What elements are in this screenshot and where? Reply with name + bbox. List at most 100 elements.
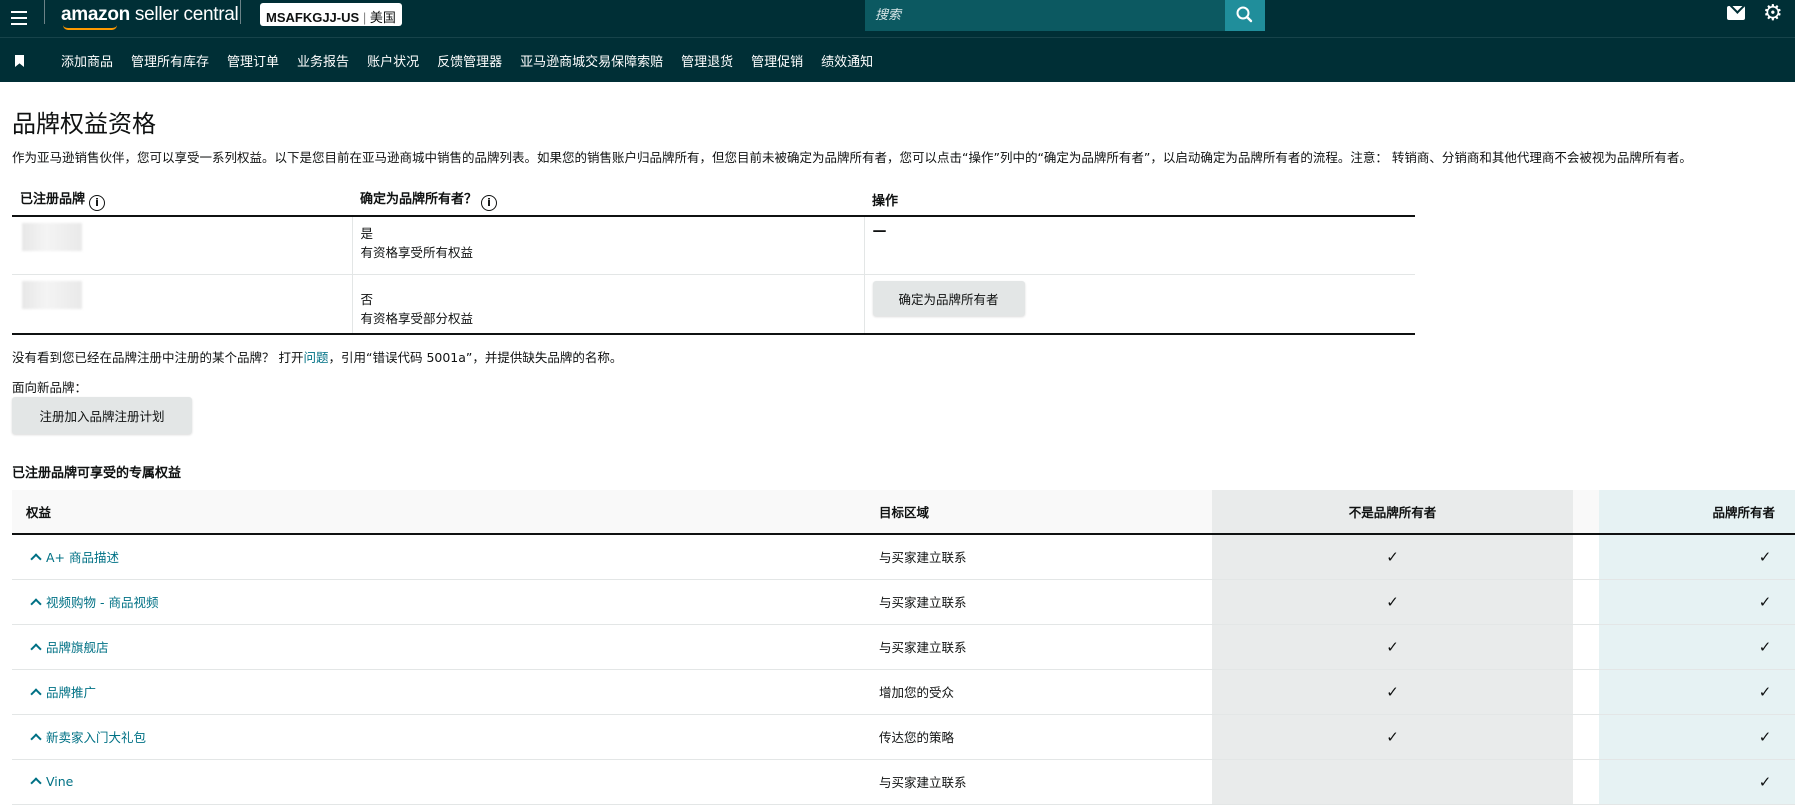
brand-name-cell: [12, 216, 352, 275]
target-area: 增加您的受众: [865, 669, 1212, 715]
benefit-name-cell[interactable]: 视频购物 - 商品视频: [12, 579, 865, 625]
benefit-name-cell[interactable]: Vine: [12, 759, 865, 805]
table-row[interactable]: 新卖家入门大礼包 传达您的策略 ✓ ✓: [12, 714, 1795, 760]
mail-icon[interactable]: [1727, 6, 1745, 20]
chevron-up-icon[interactable]: [30, 733, 42, 745]
intro-text: 作为亚马逊销售伙伴，您可以享受一系列权益。以下是您目前在亚马逊商城中销售的品牌列…: [12, 150, 1692, 165]
search-button[interactable]: [1225, 0, 1265, 31]
header-registered-brand: 已注册品牌 i: [12, 183, 352, 217]
header-owner: 品牌所有者: [1599, 490, 1795, 535]
owner-status-cell: 是 有资格享受所有权益: [351, 216, 864, 275]
non-owner-cell: ✓: [1212, 624, 1573, 670]
logo-smile: [63, 25, 117, 30]
nav-item-a-to-z-claims[interactable]: 亚马逊商城交易保障索赔: [520, 51, 663, 70]
owner-cell: ✓: [1599, 714, 1795, 760]
table-row[interactable]: 品牌推广 增加您的受众 ✓ ✓: [12, 669, 1795, 715]
target-area: 与买家建立联系: [865, 759, 1212, 805]
brand-table-header: 已注册品牌 i 确定为品牌所有者？ i 操作: [12, 183, 1415, 217]
check-icon: ✓: [1386, 592, 1399, 611]
top-bar: amazon seller central MSAFKGJJ-US | 美国 ⚙: [0, 0, 1795, 38]
table-row[interactable]: Vine 与买家建立联系 ✓: [12, 759, 1795, 805]
benefit-link[interactable]: 视频购物 - 商品视频: [46, 595, 158, 610]
account-switcher[interactable]: MSAFKGJJ-US | 美国: [260, 3, 402, 26]
non-owner-cell: ✓: [1212, 534, 1573, 580]
column-gap: [1573, 579, 1599, 625]
check-icon: ✓: [1386, 637, 1399, 656]
info-icon[interactable]: i: [89, 194, 106, 211]
check-icon: ✓: [1758, 772, 1772, 791]
nav-item-performance-notifications[interactable]: 绩效通知: [821, 51, 873, 70]
nav-item-account-health[interactable]: 账户状况: [367, 51, 419, 70]
brand-name-cell: [12, 274, 352, 335]
header-registered-brand-label: 已注册品牌: [20, 191, 86, 207]
action-cell: —: [863, 216, 1415, 275]
table-row[interactable]: 视频购物 - 商品视频 与买家建立联系 ✓ ✓: [12, 579, 1795, 625]
benefit-name-cell[interactable]: 新卖家入门大礼包: [12, 714, 865, 760]
benefit-name-cell[interactable]: 品牌旗舰店: [12, 624, 865, 670]
case-link[interactable]: 问题: [303, 350, 328, 365]
chevron-up-icon[interactable]: [30, 598, 42, 610]
column-gap: [1573, 759, 1599, 805]
chevron-up-icon[interactable]: [30, 643, 42, 655]
table-row[interactable]: 品牌旗舰店 与买家建立联系 ✓ ✓: [12, 624, 1795, 670]
header-benefit: 权益: [12, 490, 865, 535]
owner-cell: ✓: [1599, 669, 1795, 715]
chevron-up-icon[interactable]: [30, 553, 42, 565]
benefit-link[interactable]: Vine: [46, 774, 73, 789]
nav-item-business-reports[interactable]: 业务报告: [297, 51, 349, 70]
chevron-up-icon[interactable]: [30, 777, 42, 789]
benefit-link[interactable]: 新卖家入门大礼包: [46, 730, 146, 745]
column-gap: [1573, 669, 1599, 715]
nav-item-add-product[interactable]: 添加商品: [61, 51, 113, 70]
benefit-link[interactable]: 品牌推广: [46, 685, 96, 700]
column-gap: [1573, 714, 1599, 760]
benefit-name-cell[interactable]: A+ 商品描述: [12, 534, 865, 580]
target-area: 与买家建立联系: [865, 534, 1212, 580]
nav-bar: 添加商品 管理所有库存 管理订单 业务报告 账户状况 反馈管理器 亚马逊商城交易…: [0, 38, 1795, 82]
header-action: 操作: [864, 183, 1415, 217]
search-bar: [865, 0, 1265, 31]
benefit-link[interactable]: A+ 商品描述: [46, 550, 119, 565]
benefit-name-cell[interactable]: 品牌推广: [12, 669, 865, 715]
logo-text-light: seller central: [129, 4, 239, 25]
search-input[interactable]: [865, 0, 1225, 31]
header-is-owner: 确定为品牌所有者？ i: [352, 183, 864, 217]
nav-item-manage-inventory[interactable]: 管理所有库存: [131, 51, 209, 70]
benefits-title: 已注册品牌可享受的专属权益: [12, 466, 182, 481]
column-gap: [1573, 624, 1599, 670]
check-icon: ✓: [1758, 547, 1772, 566]
divider: [44, 0, 45, 24]
header-target-area: 目标区域: [865, 490, 1212, 535]
check-icon: ✓: [1386, 682, 1399, 701]
non-owner-cell: ✓: [1212, 669, 1573, 715]
nav-item-manage-returns[interactable]: 管理退货: [681, 51, 733, 70]
marketplace-label: 美国: [369, 10, 396, 25]
register-brand-button[interactable]: 注册加入品牌注册计划: [12, 397, 192, 434]
benefit-link[interactable]: 品牌旗舰店: [46, 640, 109, 655]
chevron-up-icon[interactable]: [30, 688, 42, 700]
owner-cell: ✓: [1599, 534, 1795, 580]
nav-item-manage-orders[interactable]: 管理订单: [227, 51, 279, 70]
brand-table: 已注册品牌 i 确定为品牌所有者？ i 操作 是 有资格享受所有权益 — 否 有资格…: [12, 183, 1415, 335]
non-owner-cell: [1212, 759, 1573, 805]
bookmark-icon[interactable]: [15, 55, 24, 67]
check-icon: ✓: [1386, 727, 1399, 746]
confirm-brand-owner-button[interactable]: 确定为品牌所有者: [872, 280, 1025, 316]
divider: [240, 0, 241, 24]
owner-status-cell: 否 有资格享受部分权益: [351, 274, 864, 335]
check-icon: ✓: [1758, 592, 1772, 611]
nav-item-feedback-manager[interactable]: 反馈管理器: [437, 51, 502, 70]
info-icon[interactable]: i: [481, 194, 498, 211]
header-non-owner: 不是品牌所有者: [1212, 490, 1573, 535]
action-cell: 确定为品牌所有者: [863, 274, 1415, 335]
table-row[interactable]: A+ 商品描述 与买家建立联系 ✓ ✓: [12, 534, 1795, 580]
target-area: 与买家建立联系: [865, 579, 1212, 625]
page-title: 品牌权益资格: [12, 110, 156, 138]
benefits-header: 权益 目标区域 不是品牌所有者 品牌所有者: [12, 490, 1795, 535]
non-owner-cell: ✓: [1212, 714, 1573, 760]
gear-icon[interactable]: ⚙: [1763, 1, 1783, 27]
seller-central-logo[interactable]: amazon seller central: [61, 4, 239, 30]
nav-item-manage-promotions[interactable]: 管理促销: [751, 51, 803, 70]
hamburger-menu-icon[interactable]: [11, 7, 29, 27]
check-icon: ✓: [1758, 682, 1772, 701]
